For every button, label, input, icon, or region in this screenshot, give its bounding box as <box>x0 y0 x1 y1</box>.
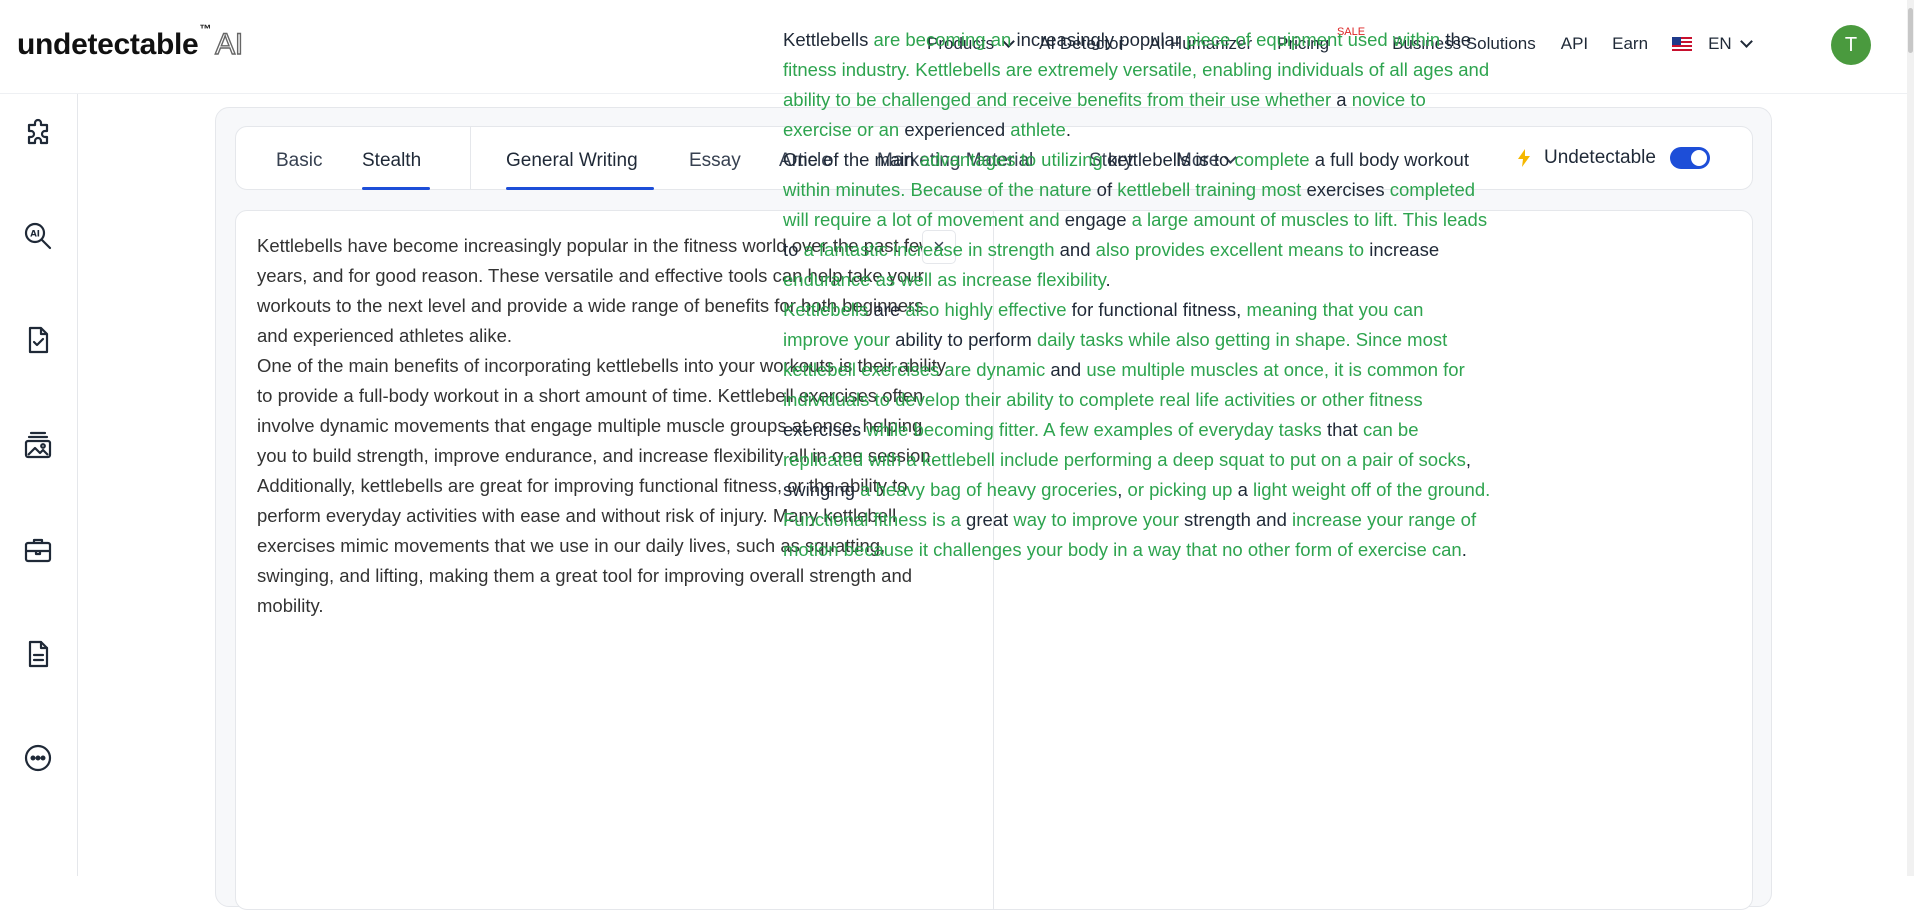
document-icon[interactable] <box>22 638 54 670</box>
kept-segment: , <box>1117 479 1128 500</box>
kept-segment: and <box>1059 239 1096 260</box>
active-purpose-underline <box>506 187 654 190</box>
rewritten-segment: or picking up <box>1127 479 1238 500</box>
logo-text: undetectable <box>17 28 199 61</box>
rewritten-segment: while becoming fitter. A few examples of… <box>866 419 1327 440</box>
undetectable-label: Undetectable <box>1544 147 1656 168</box>
kept-segment: experienced <box>904 119 1011 140</box>
kept-segment: . <box>1065 119 1071 140</box>
rewritten-segment: also highly effective <box>905 299 1072 320</box>
puzzle-icon[interactable] <box>22 116 54 148</box>
kept-segment: to <box>783 239 804 260</box>
output-text-area: Kettlebells are becoming an increasingly… <box>783 25 1493 565</box>
rewritten-segment: kettlebell training most <box>1117 179 1307 200</box>
nav-api[interactable]: API <box>1561 34 1588 54</box>
kept-segment: One of the main <box>783 149 920 170</box>
undetectable-toggle-group: Undetectable <box>1518 147 1710 169</box>
kept-segment: the <box>1445 29 1472 50</box>
kept-segment: a <box>1237 479 1254 500</box>
language-label: EN <box>1708 34 1732 53</box>
rewritten-segment: a large amount of muscles to lift. This … <box>1131 209 1488 230</box>
left-sidebar: AI <box>0 94 78 876</box>
image-stack-icon[interactable] <box>22 429 54 461</box>
rewritten-segment: piece of equipment used within <box>1186 29 1446 50</box>
kept-segment: ability to perform <box>895 329 1037 350</box>
page-scrollbar[interactable] <box>1907 0 1914 876</box>
nav-earn-label: Earn <box>1612 34 1649 53</box>
scrollbar-thumb[interactable] <box>1908 8 1913 53</box>
active-mode-underline <box>362 187 430 190</box>
tab-essay[interactable]: Essay <box>689 150 741 172</box>
kept-segment: great <box>966 509 1014 530</box>
rewritten-segment: a heavy bag of heavy groceries <box>860 479 1118 500</box>
undetectable-toggle[interactable] <box>1669 147 1710 169</box>
logo-trademark: ™ <box>199 22 212 36</box>
kept-segment: exercises <box>1306 179 1390 200</box>
kept-segment: of <box>1096 179 1118 200</box>
kept-segment: Kettlebells <box>783 29 874 50</box>
chevron-down-icon <box>1739 35 1753 48</box>
kept-segment: . <box>1105 269 1111 290</box>
logo-ai-text: AI <box>214 27 243 61</box>
kept-segment: a full body workout <box>1314 149 1469 170</box>
briefcase-icon[interactable] <box>22 534 54 566</box>
kept-segment: engage <box>1064 209 1132 230</box>
rewritten-segment: advantages to utilizing <box>919 149 1108 170</box>
brand-logo[interactable]: undetectable™ AI <box>17 22 244 62</box>
rewritten-segment: way to improve your <box>1013 509 1185 530</box>
kept-segment: kettlebells is to <box>1108 149 1235 170</box>
kept-segment: and <box>1050 359 1087 380</box>
kept-segment: increase <box>1369 239 1440 260</box>
lightning-icon <box>1518 149 1530 167</box>
kept-segment: . <box>1461 539 1467 560</box>
output-paragraph: One of the main advantages to utilizing … <box>783 145 1493 295</box>
svg-text:AI: AI <box>30 230 40 240</box>
rewritten-segment: a fantastic increase in strength <box>803 239 1060 260</box>
rewritten-segment: athlete <box>1010 119 1066 140</box>
rewritten-segment: are becoming an <box>873 29 1017 50</box>
language-selector[interactable]: EN <box>1672 34 1753 54</box>
rewritten-segment: within minutes. Because of the nature <box>783 179 1097 200</box>
tab-stealth[interactable]: Stealth <box>362 150 421 172</box>
us-flag-icon <box>1672 37 1693 51</box>
output-paragraph: Kettlebells are becoming an increasingly… <box>783 25 1493 145</box>
kept-segment: strength and <box>1184 509 1293 530</box>
kept-segment: that <box>1326 419 1363 440</box>
kept-segment: exercises <box>783 419 867 440</box>
ai-search-icon[interactable]: AI <box>22 220 54 252</box>
kept-segment: increasingly popular <box>1016 29 1187 50</box>
kept-segment: for functional fitness, <box>1071 299 1247 320</box>
tab-general-writing[interactable]: General Writing <box>506 150 638 172</box>
rewritten-segment: Kettlebells <box>783 299 874 320</box>
tab-basic[interactable]: Basic <box>276 150 322 172</box>
rewritten-segment: endurance as well as increase flexibilit… <box>783 269 1106 290</box>
nav-api-label: API <box>1560 34 1589 53</box>
output-paragraph: Kettlebells are also highly effective fo… <box>783 295 1493 565</box>
kept-segment: are <box>873 299 906 320</box>
tab-divider <box>470 127 471 189</box>
nav-earn[interactable]: Earn <box>1612 34 1648 54</box>
kept-segment: a <box>1336 89 1352 110</box>
document-check-icon[interactable] <box>22 324 54 356</box>
user-avatar[interactable]: T <box>1831 25 1871 65</box>
rewritten-segment: complete <box>1234 149 1315 170</box>
rewritten-segment: also provides excellent means to <box>1095 239 1370 260</box>
more-icon[interactable] <box>22 742 54 774</box>
